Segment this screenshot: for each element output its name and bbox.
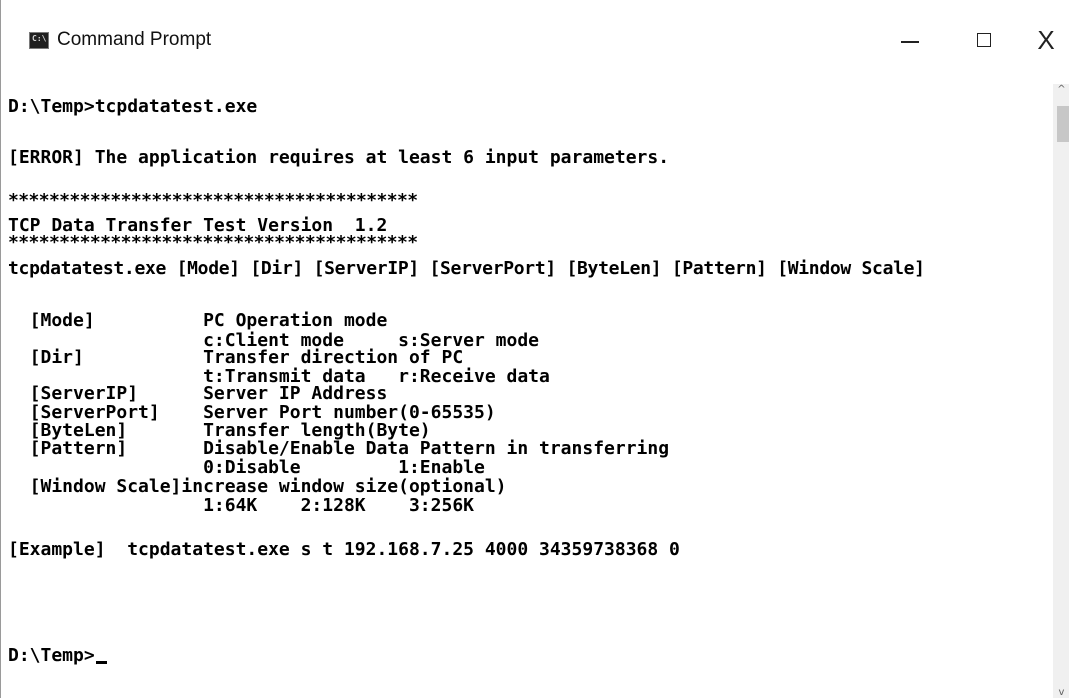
window-title: Command Prompt bbox=[57, 29, 212, 50]
console-line: **************************************** bbox=[8, 190, 418, 211]
maximize-icon bbox=[977, 33, 991, 47]
app-icon-glyph: C:\ bbox=[32, 34, 47, 43]
console-app-icon[interactable]: C:\ bbox=[29, 32, 49, 49]
close-icon: X bbox=[1037, 25, 1055, 55]
console-output[interactable]: D:\Temp>tcpdatatest.exe [ERROR] The appl… bbox=[1, 84, 1053, 698]
console-line: [ERROR] The application requires at leas… bbox=[8, 147, 670, 168]
title-bar[interactable]: C:\ Command Prompt X bbox=[1, 0, 1069, 84]
console-line: [Mode] PC Operation mode bbox=[8, 310, 388, 331]
prompt-text: D:\Temp> bbox=[8, 645, 95, 666]
console-line: 1:64K 2:128K 3:256K bbox=[8, 495, 474, 516]
chevron-up-icon: ^ bbox=[1057, 84, 1066, 95]
command-prompt-window: C:\ Command Prompt X D:\Temp>tcpdatatest… bbox=[0, 0, 1069, 698]
console-line: [Example] tcpdatatest.exe s t 192.168.7.… bbox=[8, 539, 680, 560]
close-button[interactable]: X bbox=[1023, 22, 1069, 58]
console-line: [Window Scale]increase window size(optio… bbox=[8, 476, 507, 497]
console-line: D:\Temp>tcpdatatest.exe bbox=[8, 96, 258, 117]
text-cursor bbox=[95, 661, 107, 664]
minimize-button[interactable] bbox=[887, 22, 933, 58]
console-line: tcpdatatest.exe [Mode] [Dir] [ServerIP] … bbox=[8, 258, 925, 279]
maximize-button[interactable] bbox=[961, 22, 1007, 58]
console-line: [ServerIP] Server IP Address bbox=[8, 383, 388, 404]
console-line: [Dir] Transfer direction of PC bbox=[8, 347, 464, 368]
prompt-line[interactable]: D:\Temp> bbox=[8, 646, 107, 666]
minimize-icon bbox=[901, 41, 919, 43]
scroll-up-button[interactable]: ^ bbox=[1053, 84, 1069, 104]
vertical-scrollbar[interactable]: ^ v bbox=[1053, 84, 1069, 698]
chevron-down-icon: v bbox=[1058, 687, 1065, 698]
console-line: [Pattern] Disable/Enable Data Pattern in… bbox=[8, 438, 670, 459]
console-line: **************************************** bbox=[8, 232, 418, 253]
scroll-down-button[interactable]: v bbox=[1053, 680, 1069, 698]
console-line: 0:Disable 1:Enable bbox=[8, 457, 485, 478]
scroll-thumb[interactable] bbox=[1057, 106, 1069, 142]
